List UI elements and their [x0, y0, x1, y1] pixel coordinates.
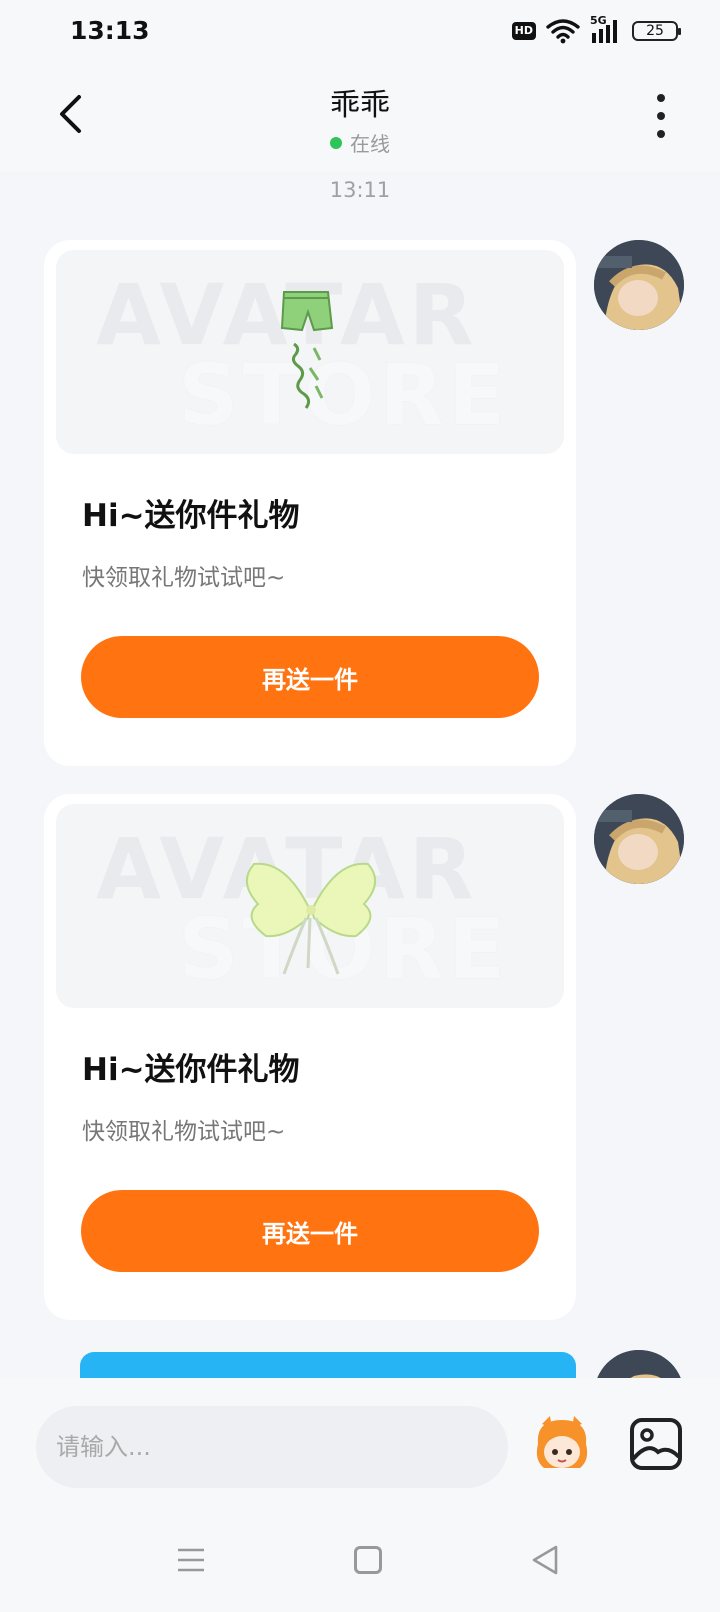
user-photo-icon: [594, 240, 684, 330]
image-picker-button[interactable]: [628, 1416, 684, 1472]
more-dot-icon: [657, 130, 665, 138]
message-timestamp: 13:11: [329, 178, 391, 202]
status-time: 13:13: [70, 16, 150, 45]
message-input[interactable]: [36, 1406, 508, 1488]
gift-card-subtitle: 快领取礼物试试吧~: [82, 1119, 286, 1145]
gift-card-title: Hi~送你件礼物: [82, 498, 300, 534]
image-icon: [630, 1418, 682, 1470]
status-icons: HD 5G 25: [511, 14, 681, 44]
avatar[interactable]: [594, 240, 684, 330]
gift-card-subtitle: 快领取礼物试试吧~: [82, 565, 286, 591]
avatar[interactable]: [594, 794, 684, 884]
green-shorts-icon: [280, 291, 334, 409]
header-title-area: 乖乖 在线: [0, 80, 720, 157]
home-nav-icon[interactable]: [354, 1546, 382, 1574]
more-options-button[interactable]: [646, 94, 676, 138]
wifi-icon: [546, 19, 580, 44]
gift-message-card: AVATAR STORE Hi~送你件礼物 快领取礼物试试吧~ 再送一件: [44, 240, 576, 766]
chat-header: 乖乖 在线: [0, 64, 720, 172]
menu-icon[interactable]: [176, 1546, 206, 1574]
mascot-icon: [536, 1416, 588, 1468]
online-status-label: 在线: [350, 132, 390, 156]
battery-icon: 25: [632, 21, 681, 41]
status-bar: 13:13 HD 5G 25: [0, 0, 720, 64]
signal-icon: 5G: [590, 14, 622, 44]
gift-message-card: AVATAR STORE Hi~送你件礼物 快领取礼物试试吧~ 再送一件: [44, 794, 576, 1320]
more-dot-icon: [657, 94, 665, 102]
gift-image[interactable]: AVATAR STORE: [56, 804, 564, 1008]
system-nav-bar: [0, 1528, 720, 1612]
gift-image[interactable]: AVATAR STORE: [56, 250, 564, 454]
more-dot-icon: [657, 112, 665, 120]
online-dot-icon: [330, 136, 342, 149]
gift-card-title: Hi~送你件礼物: [82, 1052, 300, 1088]
input-bar: [0, 1378, 720, 1612]
send-another-button[interactable]: 再送一件: [81, 636, 539, 718]
butterfly-wings-icon: [246, 862, 376, 975]
page-title: 乖乖: [330, 88, 390, 123]
send-another-button[interactable]: 再送一件: [81, 1190, 539, 1272]
online-status: 在线: [0, 128, 720, 157]
back-nav-icon[interactable]: [530, 1544, 560, 1576]
emoji-avatar-button[interactable]: [532, 1414, 592, 1476]
user-photo-icon: [594, 794, 684, 884]
hd-icon: HD: [511, 22, 536, 40]
